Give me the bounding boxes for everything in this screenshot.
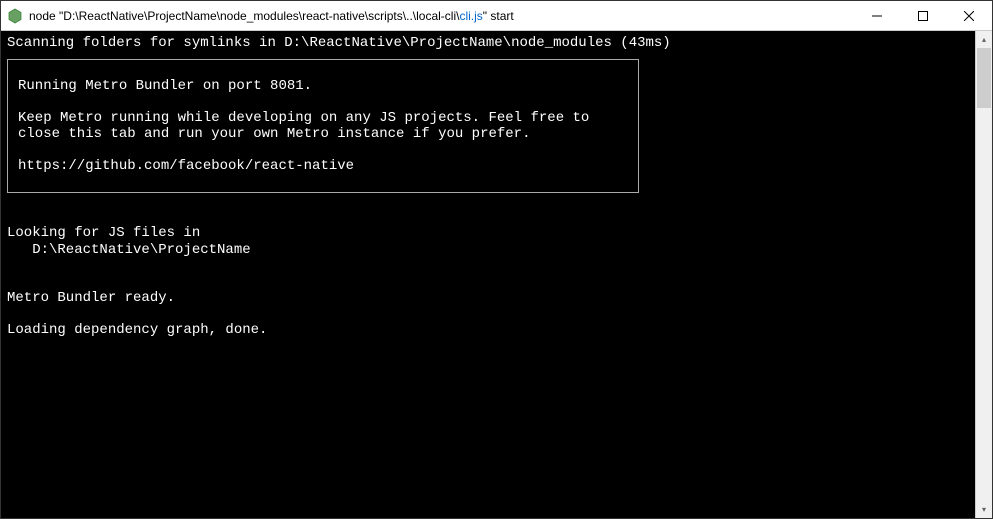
output-line: Metro Bundler ready. bbox=[7, 290, 969, 306]
blank-line bbox=[18, 142, 628, 158]
output-line: Keep Metro running while developing on a… bbox=[18, 110, 628, 126]
metro-info-box: Running Metro Bundler on port 8081. Keep … bbox=[7, 59, 639, 193]
scroll-down-arrow[interactable]: ▾ bbox=[976, 501, 992, 518]
blank-line bbox=[7, 274, 969, 290]
blank-line bbox=[7, 258, 969, 274]
title-suffix: " start bbox=[483, 9, 514, 23]
output-line: close this tab and run your own Metro in… bbox=[18, 126, 628, 142]
blank-line bbox=[7, 193, 969, 209]
output-line: Looking for JS files in bbox=[7, 225, 969, 241]
output-link: https://github.com/facebook/react-native bbox=[18, 158, 628, 174]
output-line: D:\ReactNative\ProjectName bbox=[7, 242, 969, 258]
minimize-button[interactable] bbox=[854, 1, 900, 30]
terminal-area: Scanning folders for symlinks in D:\Reac… bbox=[1, 31, 992, 518]
title-prefix: node "D:\ReactNative\ProjectName\node_mo… bbox=[29, 9, 459, 23]
node-icon bbox=[7, 8, 23, 24]
output-line: Loading dependency graph, done. bbox=[7, 322, 969, 338]
terminal-window: node "D:\ReactNative\ProjectName\node_mo… bbox=[0, 0, 993, 519]
output-line: Running Metro Bundler on port 8081. bbox=[18, 78, 628, 94]
output-line: Scanning folders for symlinks in D:\Reac… bbox=[7, 35, 969, 51]
blank-line bbox=[7, 306, 969, 322]
title-cli: cli.js bbox=[459, 9, 482, 23]
maximize-button[interactable] bbox=[900, 1, 946, 30]
titlebar: node "D:\ReactNative\ProjectName\node_mo… bbox=[1, 1, 992, 31]
vertical-scrollbar[interactable]: ▴ ▾ bbox=[975, 31, 992, 518]
scrollbar-thumb[interactable] bbox=[977, 48, 991, 108]
window-title: node "D:\ReactNative\ProjectName\node_mo… bbox=[29, 9, 854, 23]
scroll-up-arrow[interactable]: ▴ bbox=[976, 31, 992, 48]
blank-line bbox=[18, 94, 628, 110]
terminal-output[interactable]: Scanning folders for symlinks in D:\Reac… bbox=[1, 31, 975, 518]
window-controls bbox=[854, 1, 992, 30]
close-button[interactable] bbox=[946, 1, 992, 30]
blank-line bbox=[7, 209, 969, 225]
